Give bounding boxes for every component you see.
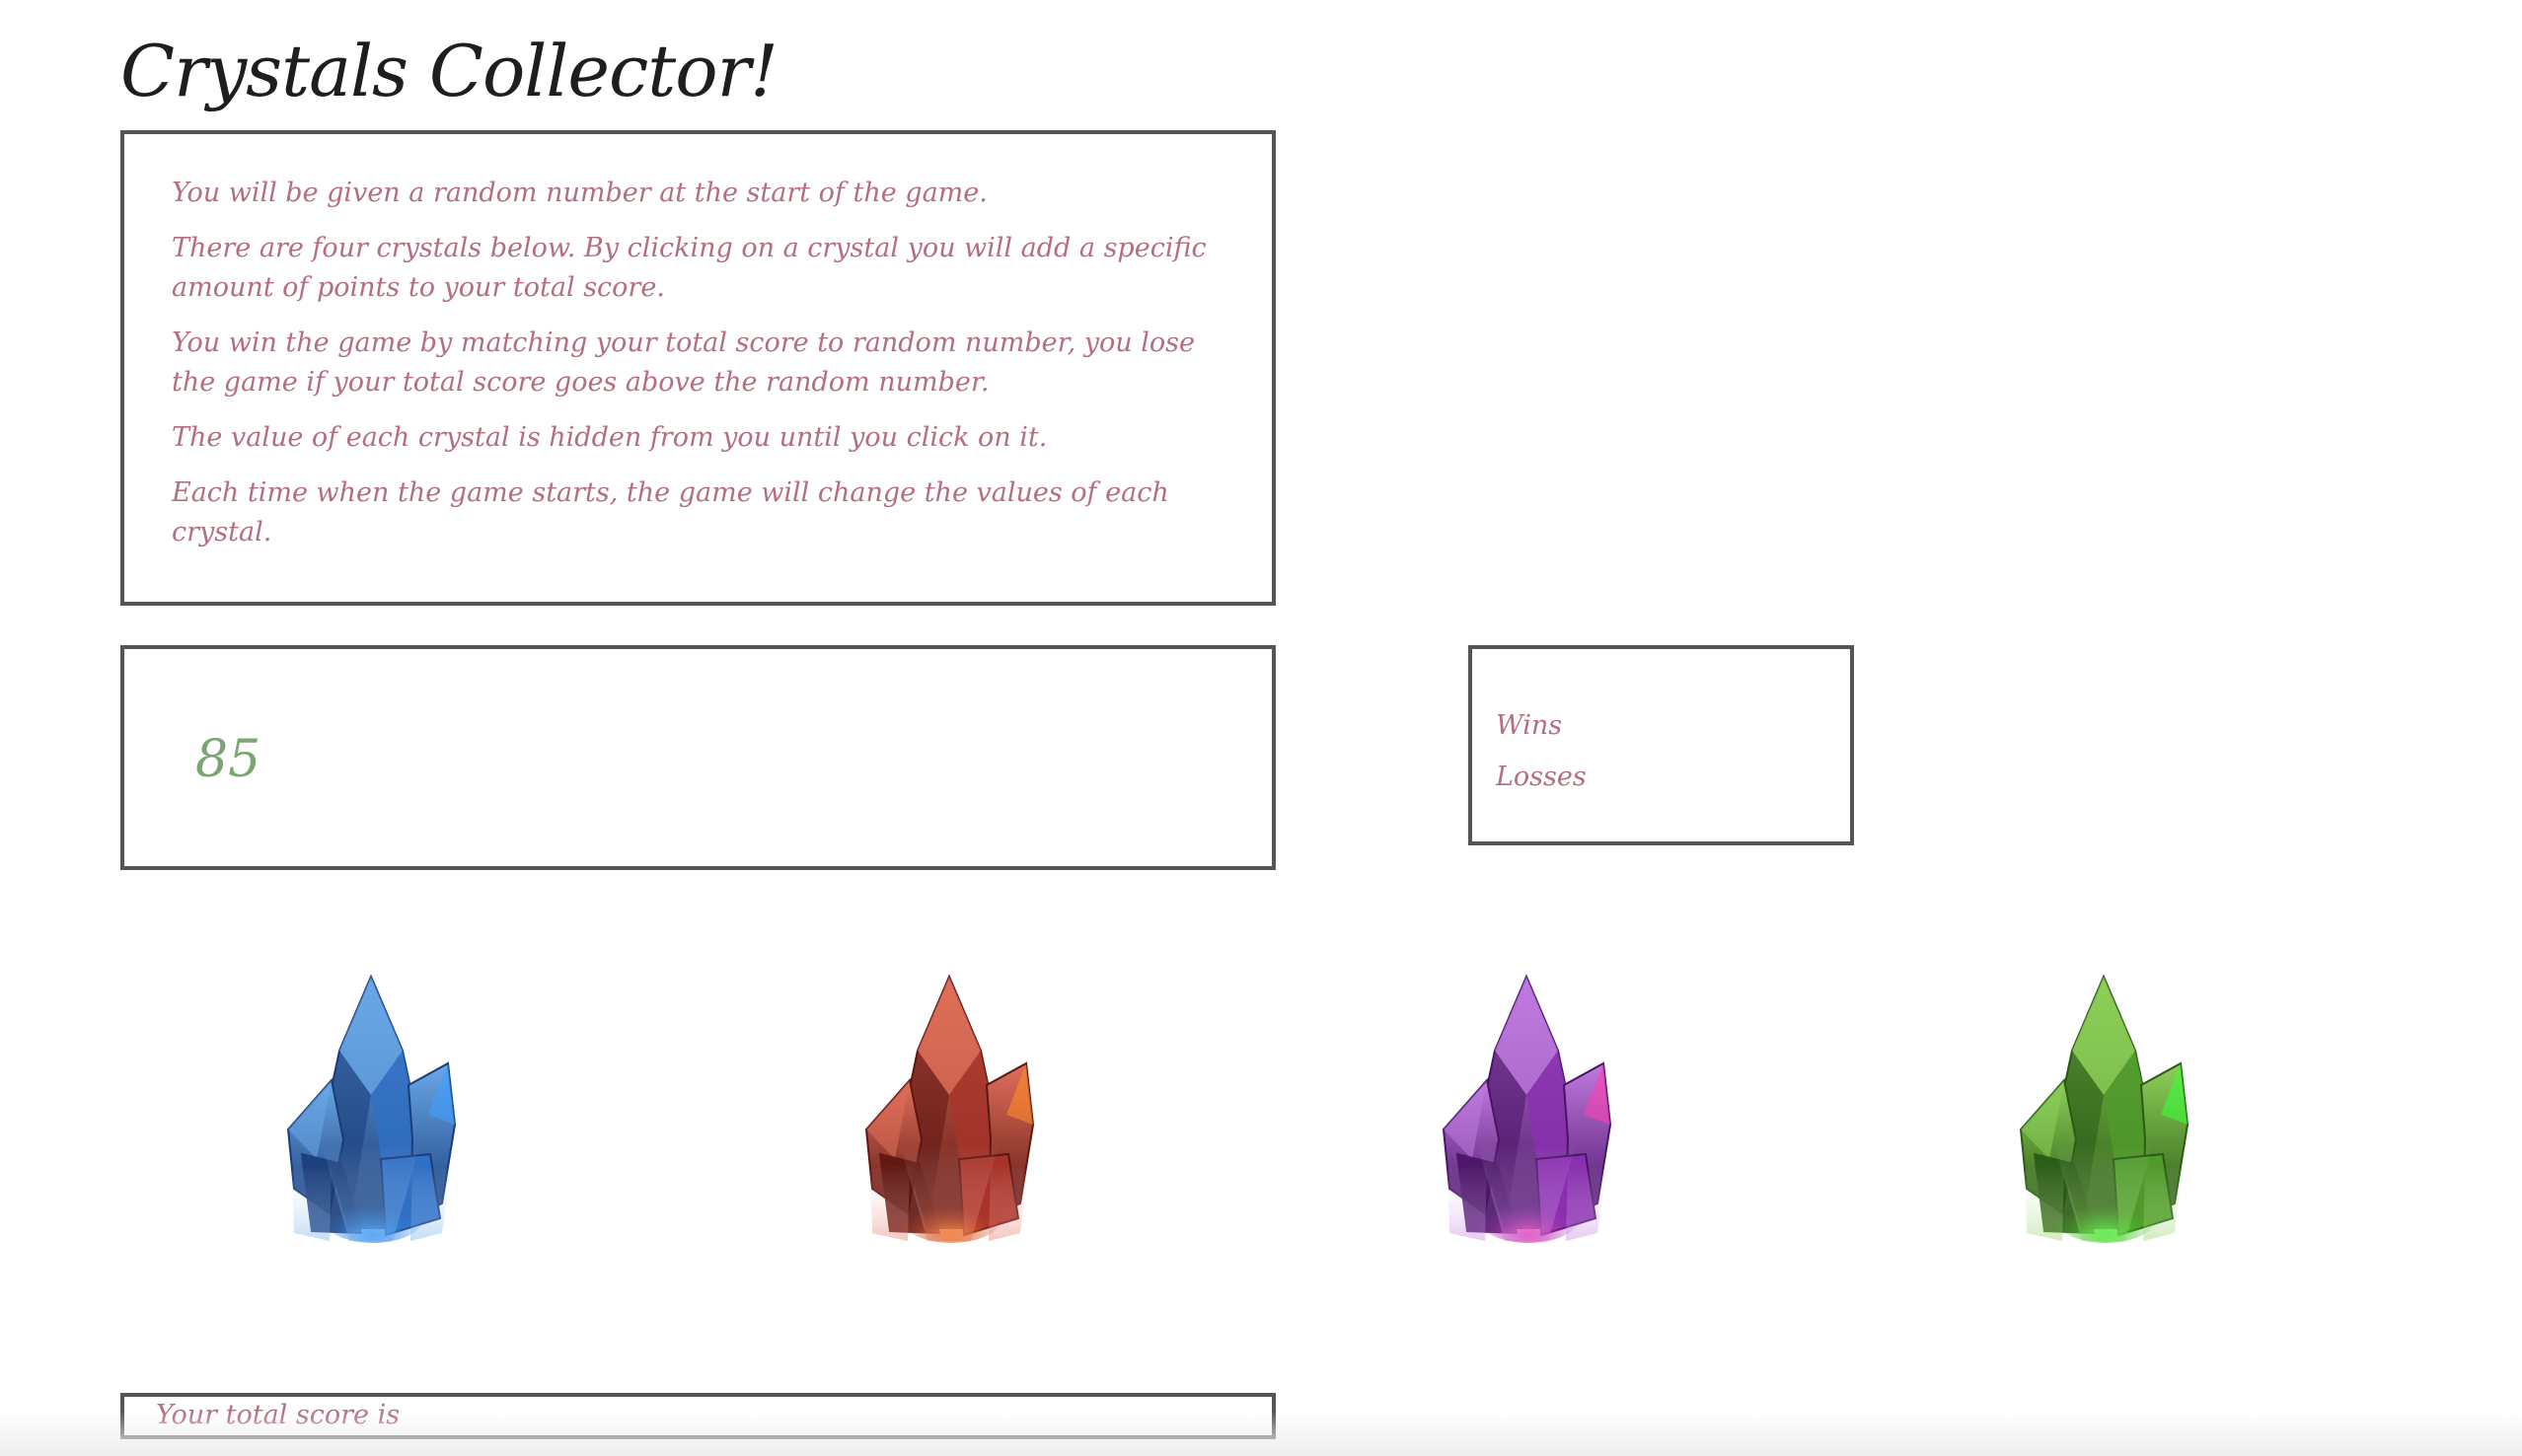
instruction-line: You will be given a random number at the… (172, 178, 988, 208)
green-crystal-button[interactable] (1916, 917, 2291, 1351)
losses-label: Losses (1496, 762, 1587, 792)
blue-crystal-icon (286, 974, 457, 1243)
instruction-line: There are four crystals below. By clicki… (172, 233, 1207, 303)
random-number: 85 (195, 730, 261, 789)
instructions-panel: You will be given a random number at the… (120, 130, 1276, 606)
instruction-line: Each time when the game starts, the game… (172, 477, 1169, 547)
random-number-panel: 85 (120, 645, 1276, 870)
instruction-line: You win the game by matching your total … (172, 328, 1195, 398)
total-score-panel: Your total score is (120, 1393, 1276, 1439)
purple-crystal-icon (1442, 974, 1612, 1243)
total-score-label: Your total score is (156, 1400, 401, 1430)
instruction-line: The value of each crystal is hidden from… (172, 422, 1048, 453)
green-crystal-icon (2019, 974, 2189, 1243)
blue-crystal-button[interactable] (184, 917, 558, 1351)
red-crystal-button[interactable] (762, 917, 1137, 1351)
red-crystal-icon (864, 974, 1035, 1243)
wins-label: Wins (1496, 710, 1563, 741)
page-title: Crystals Collector! (120, 30, 779, 112)
stats-panel: Wins Losses (1468, 645, 1854, 845)
purple-crystal-button[interactable] (1339, 917, 1714, 1351)
